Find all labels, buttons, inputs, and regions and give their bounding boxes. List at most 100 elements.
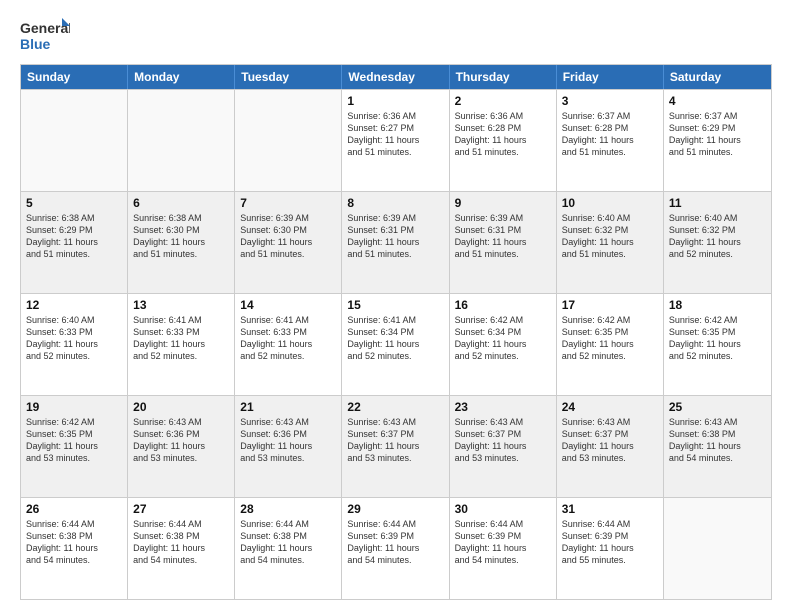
calendar-cell: 30Sunrise: 6:44 AMSunset: 6:39 PMDayligh…: [450, 498, 557, 599]
header: GeneralBlue: [20, 16, 772, 54]
cell-info-line: and 51 minutes.: [562, 146, 658, 158]
cell-info-line: and 51 minutes.: [347, 146, 443, 158]
cell-info-line: Daylight: 11 hours: [455, 236, 551, 248]
cell-info-line: Sunrise: 6:37 AM: [562, 110, 658, 122]
cell-info-line: Sunset: 6:37 PM: [347, 428, 443, 440]
logo-svg: GeneralBlue: [20, 16, 70, 54]
calendar-cell: 2Sunrise: 6:36 AMSunset: 6:28 PMDaylight…: [450, 90, 557, 191]
day-number: 27: [133, 502, 229, 516]
cell-info-line: Sunset: 6:28 PM: [562, 122, 658, 134]
cell-info-line: Sunset: 6:32 PM: [669, 224, 766, 236]
day-number: 11: [669, 196, 766, 210]
day-number: 25: [669, 400, 766, 414]
cell-info-line: Sunset: 6:34 PM: [455, 326, 551, 338]
cell-info-line: Sunrise: 6:43 AM: [562, 416, 658, 428]
cell-info-line: Sunset: 6:31 PM: [455, 224, 551, 236]
cell-info-line: Daylight: 11 hours: [133, 338, 229, 350]
calendar-cell: 31Sunrise: 6:44 AMSunset: 6:39 PMDayligh…: [557, 498, 664, 599]
day-number: 10: [562, 196, 658, 210]
cell-info-line: and 54 minutes.: [347, 554, 443, 566]
calendar-cell: 11Sunrise: 6:40 AMSunset: 6:32 PMDayligh…: [664, 192, 771, 293]
calendar: SundayMondayTuesdayWednesdayThursdayFrid…: [20, 64, 772, 600]
cell-info-line: and 54 minutes.: [669, 452, 766, 464]
cell-info-line: and 54 minutes.: [455, 554, 551, 566]
cell-info-line: Sunrise: 6:40 AM: [26, 314, 122, 326]
cell-info-line: Sunset: 6:32 PM: [562, 224, 658, 236]
calendar-row-3: 12 Sunrise: 6:40 AMSunset: 6:33 PM Dayligh…: [21, 293, 771, 395]
calendar-cell: 22Sunrise: 6:43 AMSunset: 6:37 PMDayligh…: [342, 396, 449, 497]
cell-info-line: Daylight: 11 hours: [562, 338, 658, 350]
calendar-cell: 12Sunrise: 6:40 AMSunset: 6:33 PMDayligh…: [21, 294, 128, 395]
day-number: 12: [26, 298, 122, 312]
calendar-row-5: 26Sunrise: 6:44 AMSunset: 6:38 PMDayligh…: [21, 497, 771, 599]
day-number: 14: [240, 298, 336, 312]
cell-info-line: Sunset: 6:30 PM: [240, 224, 336, 236]
cell-info-line: and 53 minutes.: [240, 452, 336, 464]
cell-info-line: Daylight: 11 hours: [240, 440, 336, 452]
day-number: 23: [455, 400, 551, 414]
calendar-cell: 14Sunrise: 6:41 AMSunset: 6:33 PMDayligh…: [235, 294, 342, 395]
cell-info-line: Daylight: 11 hours: [26, 236, 122, 248]
cell-info-line: and 52 minutes.: [26, 350, 122, 362]
calendar-cell: 29Sunrise: 6:44 AMSunset: 6:39 PMDayligh…: [342, 498, 449, 599]
cell-info-line: and 55 minutes.: [562, 554, 658, 566]
calendar-cell: [235, 90, 342, 191]
cell-info-line: and 52 minutes.: [240, 350, 336, 362]
cell-info-line: Sunrise: 6:36 AM: [347, 110, 443, 122]
cell-info-line: Sunrise: 6:42 AM: [562, 314, 658, 326]
day-number: 31: [562, 502, 658, 516]
cell-info-line: Sunset: 6:30 PM: [133, 224, 229, 236]
cell-info-line: Daylight: 11 hours: [455, 542, 551, 554]
cell-info-line: Sunset: 6:37 PM: [455, 428, 551, 440]
day-number: 5: [26, 196, 122, 210]
calendar-cell: [21, 90, 128, 191]
cell-info-line: Sunrise: 6:44 AM: [455, 518, 551, 530]
cell-info-line: and 51 minutes.: [669, 146, 766, 158]
cell-info-line: Daylight: 11 hours: [133, 440, 229, 452]
cell-info-line: Sunset: 6:29 PM: [669, 122, 766, 134]
cell-info-line: Sunrise: 6:40 AM: [669, 212, 766, 224]
cell-info-line: Daylight: 11 hours: [669, 440, 766, 452]
cell-info-line: Daylight: 11 hours: [240, 236, 336, 248]
header-cell-tuesday: Tuesday: [235, 65, 342, 89]
calendar-cell: 19Sunrise: 6:42 AMSunset: 6:35 PMDayligh…: [21, 396, 128, 497]
calendar-cell: [664, 498, 771, 599]
day-number: 16: [455, 298, 551, 312]
page: GeneralBlue SundayMondayTuesdayWednesday…: [0, 0, 792, 612]
day-number: 8: [347, 196, 443, 210]
calendar-row-4: 19Sunrise: 6:42 AMSunset: 6:35 PMDayligh…: [21, 395, 771, 497]
calendar-cell: [128, 90, 235, 191]
day-number: 9: [455, 196, 551, 210]
calendar-body: 1Sunrise: 6:36 AMSunset: 6:27 PMDaylight…: [21, 89, 771, 599]
cell-info-line: Sunset: 6:38 PM: [669, 428, 766, 440]
cell-info-line: Sunset: 6:39 PM: [562, 530, 658, 542]
cell-info-line: Sunset: 6:34 PM: [347, 326, 443, 338]
header-cell-friday: Friday: [557, 65, 664, 89]
header-cell-saturday: Saturday: [664, 65, 771, 89]
cell-info-line: Daylight: 11 hours: [455, 134, 551, 146]
cell-info-line: and 51 minutes.: [240, 248, 336, 260]
cell-info-line: Sunset: 6:33 PM: [26, 326, 122, 338]
cell-info-line: Sunrise: 6:38 AM: [133, 212, 229, 224]
cell-info-line: Sunset: 6:35 PM: [562, 326, 658, 338]
cell-info-line: Daylight: 11 hours: [26, 440, 122, 452]
cell-info-line: Daylight: 11 hours: [455, 338, 551, 350]
day-number: 21: [240, 400, 336, 414]
day-number: 20: [133, 400, 229, 414]
cell-info-line: and 52 minutes.: [455, 350, 551, 362]
cell-info-line: Sunset: 6:36 PM: [133, 428, 229, 440]
calendar-cell: 23Sunrise: 6:43 AMSunset: 6:37 PMDayligh…: [450, 396, 557, 497]
cell-info-line: Daylight: 11 hours: [347, 338, 443, 350]
cell-info-line: and 52 minutes.: [133, 350, 229, 362]
day-number: 22: [347, 400, 443, 414]
day-number: 1: [347, 94, 443, 108]
cell-info-line: Sunrise: 6:43 AM: [347, 416, 443, 428]
calendar-cell: 25Sunrise: 6:43 AMSunset: 6:38 PMDayligh…: [664, 396, 771, 497]
calendar-cell: 16Sunrise: 6:42 AMSunset: 6:34 PMDayligh…: [450, 294, 557, 395]
cell-info-line: and 54 minutes.: [133, 554, 229, 566]
cell-info-line: and 53 minutes.: [133, 452, 229, 464]
cell-info-line: and 51 minutes.: [26, 248, 122, 260]
cell-info-line: Sunrise: 6:44 AM: [240, 518, 336, 530]
calendar-cell: 28Sunrise: 6:44 AMSunset: 6:38 PMDayligh…: [235, 498, 342, 599]
cell-info-line: Sunrise: 6:43 AM: [240, 416, 336, 428]
